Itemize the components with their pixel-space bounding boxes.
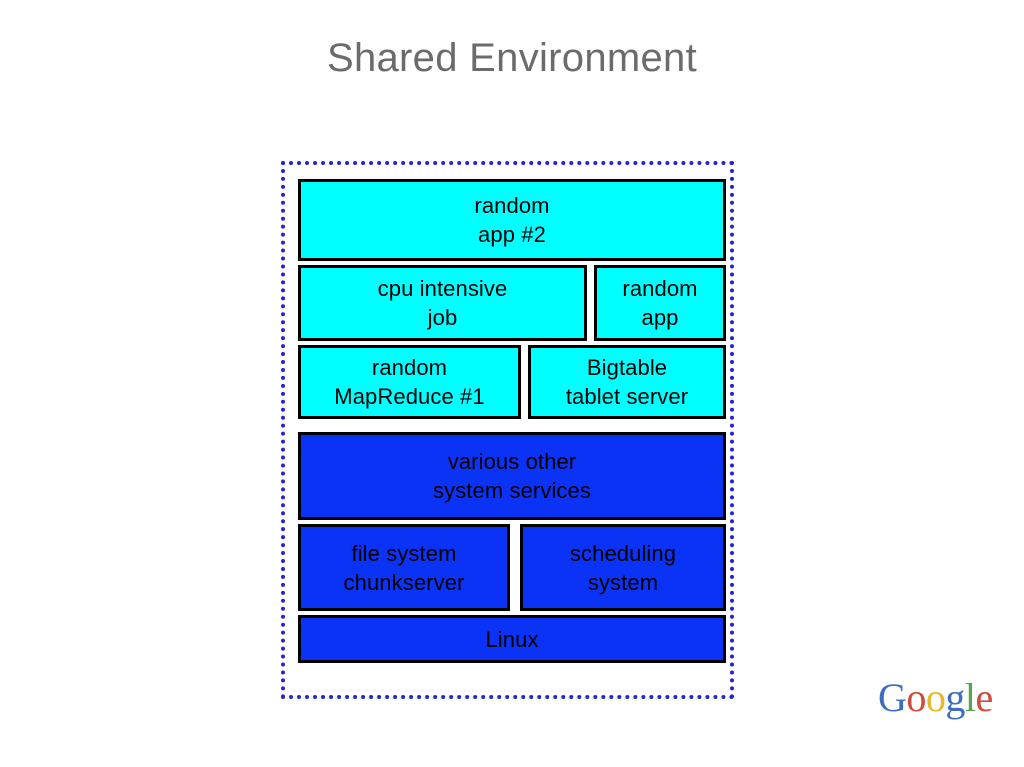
software-stack: random app #2 cpu intensive job random a…	[298, 179, 726, 663]
stack-box-label-line: various other	[447, 449, 577, 474]
stack-row: file system chunkserver scheduling syste…	[298, 524, 726, 611]
stack-box-random-mapreduce-1[interactable]: random MapReduce #1	[298, 345, 521, 419]
stack-box-label-line: random	[622, 276, 698, 301]
stack-box-label-line: random	[371, 355, 448, 380]
stack-row: Linux	[298, 615, 726, 663]
stack-box-linux[interactable]: Linux	[298, 615, 726, 663]
stack-box-label-line: random	[474, 193, 550, 218]
stack-box-random-app[interactable]: random app	[594, 265, 726, 341]
stack-row: cpu intensive job random app	[298, 265, 726, 341]
google-logo-letter: g	[945, 675, 965, 720]
stack-box-bigtable-tablet-server[interactable]: Bigtable tablet server	[528, 345, 726, 419]
stack-box-label-line: scheduling	[569, 540, 677, 566]
stack-box-label-line: app	[641, 305, 679, 330]
stack-box-label-line: system	[587, 569, 659, 595]
stack-box-various-other-system-services[interactable]: various other system services	[298, 432, 726, 520]
stack-box-random-app-2[interactable]: random app #2	[298, 179, 726, 261]
stack-box-label-line: cpu intensive	[377, 276, 508, 301]
stack-box-file-system-chunkserver[interactable]: file system chunkserver	[298, 524, 510, 611]
google-logo: Google	[878, 676, 993, 720]
stack-row: random app #2	[298, 179, 726, 261]
stack-box-label-line: app #2	[478, 222, 546, 247]
google-logo-letter: o	[906, 675, 926, 720]
stack-row: various other system services	[298, 432, 726, 520]
stack-box-label-line: chunkserver	[343, 569, 465, 595]
google-logo-letter: G	[878, 675, 907, 720]
google-logo-letter: o	[925, 675, 946, 720]
stack-box-label-line: job	[427, 305, 458, 330]
stack-box-label-line: Bigtable	[586, 355, 668, 380]
google-logo-letter: l	[964, 675, 976, 720]
page-title: Shared Environment	[326, 36, 698, 80]
stack-box-label-line: Linux	[485, 626, 539, 652]
stack-box-label-line: system services	[433, 478, 591, 503]
stack-box-label-line: MapReduce #1	[334, 384, 485, 409]
stack-box-scheduling-system[interactable]: scheduling system	[520, 524, 726, 611]
stack-box-cpu-intensive-job[interactable]: cpu intensive job	[298, 265, 587, 341]
stack-box-label-line: file system	[351, 540, 457, 566]
shared-machine-container: random app #2 cpu intensive job random a…	[281, 161, 734, 699]
google-logo-letter: e	[975, 675, 994, 720]
stack-row: random MapReduce #1 Bigtable tablet serv…	[298, 345, 726, 419]
stack-box-label-line: tablet server	[565, 384, 689, 409]
